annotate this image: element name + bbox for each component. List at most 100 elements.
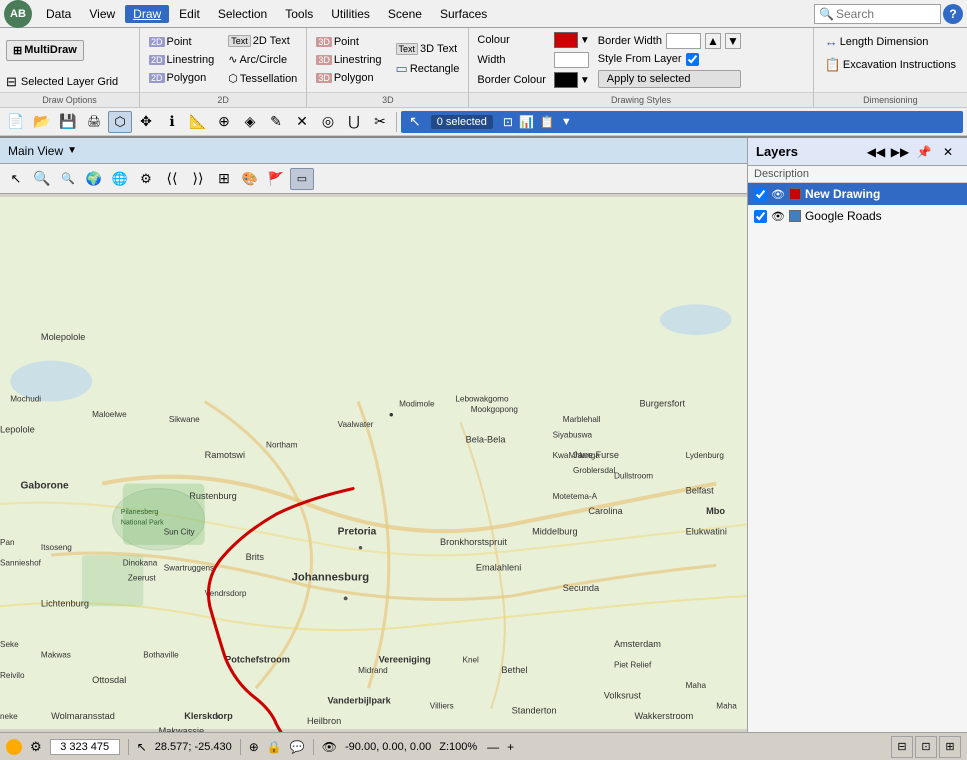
map-canvas-container[interactable]: Johannesburg ● Pretoria ● Klerskdorp Ver…: [0, 194, 747, 732]
print-button[interactable]: 🖨: [82, 111, 106, 133]
2d-label: 2D: [140, 92, 306, 107]
layers-pin-button[interactable]: 📌: [913, 141, 935, 163]
buffer-tool[interactable]: ◎: [316, 111, 340, 133]
settings-tool[interactable]: ⚙: [134, 168, 158, 190]
layers-title: Layers: [756, 144, 865, 159]
zoom-out-tool[interactable]: 🔍: [56, 168, 80, 190]
menu-scene[interactable]: Scene: [380, 5, 430, 23]
2d-icon: 2D: [149, 37, 165, 47]
3d-point-label: Point: [334, 36, 359, 48]
select-tool[interactable]: ⬡: [108, 111, 132, 133]
measure-tool[interactable]: 📐: [186, 111, 210, 133]
2d-point-button[interactable]: 2D Point: [146, 34, 217, 50]
menu-view[interactable]: View: [81, 5, 123, 23]
layers-back-button[interactable]: ◀◀: [865, 141, 887, 163]
zoom-in-tool[interactable]: 🔍: [30, 168, 54, 190]
menu-edit[interactable]: Edit: [171, 5, 208, 23]
panel-btn-3[interactable]: ⊞: [939, 736, 961, 758]
layers-forward-button[interactable]: ▶▶: [889, 141, 911, 163]
style-from-layer-checkbox[interactable]: [686, 53, 699, 66]
layer-eye-icon-2: 👁: [771, 210, 785, 223]
colour-dropdown-icon[interactable]: ▼: [580, 35, 590, 46]
border-colour-dropdown-icon[interactable]: ▼: [580, 75, 590, 86]
svg-text:Gaborone: Gaborone: [20, 481, 69, 492]
status-settings-item: ⚙: [30, 739, 42, 755]
identify-tool[interactable]: ℹ: [160, 111, 184, 133]
cursor-tool[interactable]: ↖: [4, 168, 28, 190]
node-tool[interactable]: ◈: [238, 111, 262, 133]
status-bar: ⚙ 3 323 475 ↖ 28.577; -25.430 ⊕ 🔒 💬 👁 -9…: [0, 732, 967, 760]
excavation-instructions-label: Excavation Instructions: [843, 59, 956, 71]
split-tool[interactable]: ✂: [368, 111, 392, 133]
panel-btn-1[interactable]: ⊟: [891, 736, 913, 758]
svg-text:Pan: Pan: [0, 538, 15, 547]
new-button[interactable]: 📄: [4, 111, 28, 133]
border-width-up[interactable]: ▲: [705, 33, 721, 49]
svg-text:Ramotswi: Ramotswi: [205, 450, 245, 460]
zoom-level: Z:100%: [439, 741, 477, 753]
select-rect-tool[interactable]: ▭: [290, 168, 314, 190]
excavation-instructions-button[interactable]: 📋 Excavation Instructions: [822, 55, 959, 75]
edit-tool[interactable]: ✎: [264, 111, 288, 133]
apply-to-selected-button[interactable]: Apply to selected: [598, 70, 741, 88]
prev-extent-tool[interactable]: ⟨⟨: [160, 168, 184, 190]
open-button[interactable]: 📂: [30, 111, 54, 133]
snap-tool[interactable]: ⊕: [212, 111, 236, 133]
grid-icon: ⊟: [6, 74, 17, 90]
globe-tool[interactable]: 🌍: [82, 168, 106, 190]
border-colour-swatch[interactable]: [554, 72, 578, 88]
theme-tool[interactable]: 🎨: [238, 168, 262, 190]
length-dimension-button[interactable]: ↔ Length Dimension: [822, 32, 959, 51]
svg-text:Sannieshof: Sannieshof: [0, 558, 42, 567]
width-input[interactable]: 1: [554, 52, 589, 68]
pan-tool[interactable]: ✥: [134, 111, 158, 133]
union-tool[interactable]: ⋃: [342, 111, 366, 133]
svg-text:Maha: Maha: [716, 702, 737, 711]
svg-text:Mookgopong: Mookgopong: [471, 405, 519, 414]
layer-item-google-roads[interactable]: 👁 Google Roads: [748, 205, 967, 227]
arc-circle-button[interactable]: ∿ Arc/Circle: [225, 51, 300, 68]
layer-checkbox-new-drawing[interactable]: [754, 188, 767, 201]
save-button[interactable]: 💾: [56, 111, 80, 133]
layers-close-button[interactable]: ✕: [937, 141, 959, 163]
3d-linestring-button[interactable]: 3D Linestring: [313, 52, 384, 68]
map-view-dropdown-icon[interactable]: ▼: [67, 145, 77, 156]
help-button[interactable]: ?: [943, 4, 963, 24]
selection-bar: ↖ 0 selected ⊡ 📊 📋 ▼: [401, 111, 963, 133]
status-sep2: [240, 739, 241, 755]
3d-text-button[interactable]: Text 3D Text: [393, 41, 463, 57]
bookmark-tool[interactable]: 🚩: [264, 168, 288, 190]
map-coords: -90.00, 0.00, 0.00: [345, 741, 431, 753]
2d-polygon-button[interactable]: 2D Polygon: [146, 70, 217, 86]
border-width-down[interactable]: ▼: [725, 33, 741, 49]
delete-tool[interactable]: ✕: [290, 111, 314, 133]
colour-swatch[interactable]: [554, 32, 578, 48]
rectangle-button[interactable]: ▭ Rectangle: [393, 59, 463, 79]
svg-text:Vereeniging: Vereeniging: [379, 655, 431, 665]
2d-linestring-button[interactable]: 2D Linestring: [146, 52, 217, 68]
3d-point-button[interactable]: 3D Point: [313, 34, 384, 50]
menu-draw[interactable]: Draw: [125, 5, 169, 23]
layer-checkbox-google-roads[interactable]: [754, 210, 767, 223]
menu-tools[interactable]: Tools: [277, 5, 321, 23]
zoom-out-icon[interactable]: —: [485, 740, 501, 754]
menu-surfaces[interactable]: Surfaces: [432, 5, 495, 23]
border-width-input[interactable]: 0: [666, 33, 701, 49]
tessellation-button[interactable]: ⬡ Tessellation: [225, 70, 300, 87]
search-input[interactable]: [836, 7, 936, 21]
svg-text:Johannesburg: Johannesburg: [292, 572, 370, 584]
overview-tool[interactable]: ⊞: [212, 168, 236, 190]
layer-item-new-drawing[interactable]: 👁 New Drawing: [748, 183, 967, 205]
globe2-tool[interactable]: 🌐: [108, 168, 132, 190]
menu-selection[interactable]: Selection: [210, 5, 275, 23]
2d-text-button[interactable]: Text 2D Text: [225, 33, 300, 49]
menu-utilities[interactable]: Utilities: [323, 5, 378, 23]
svg-text:Belfast: Belfast: [686, 486, 715, 496]
zoom-in-icon[interactable]: +: [505, 740, 516, 754]
3d-polygon-button[interactable]: 3D Polygon: [313, 70, 384, 86]
multidraw-button[interactable]: ⊞ MultiDraw: [6, 40, 84, 61]
menu-data[interactable]: Data: [38, 5, 79, 23]
next-extent-tool[interactable]: ⟩⟩: [186, 168, 210, 190]
panel-btn-2[interactable]: ⊡: [915, 736, 937, 758]
icon-toolbar-row: 📄 📂 💾 🖨 ⬡ ✥ ℹ 📐 ⊕ ◈ ✎ ✕ ◎ ⋃ ✂ ↖ 0 select…: [0, 108, 967, 136]
